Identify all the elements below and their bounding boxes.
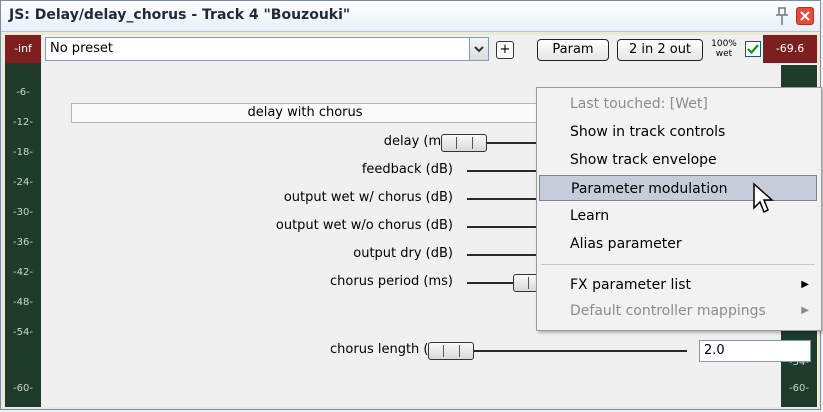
submenu-arrow-icon: ▶: [801, 305, 809, 316]
vu-tick: -12-: [13, 117, 33, 128]
slider-track[interactable]: [467, 350, 687, 352]
menu-separator: [541, 264, 815, 265]
menu-item-label: FX parameter list: [570, 277, 692, 293]
pin-icon[interactable]: [773, 6, 791, 26]
preset-dropdown-button[interactable]: [469, 37, 489, 61]
vu-tick: -30-: [13, 207, 33, 218]
vu-tick: -54-: [13, 327, 33, 338]
menu-item-show-track-envelope[interactable]: Show track envelope: [539, 147, 817, 173]
param-button[interactable]: Param: [537, 39, 609, 61]
param-label: output wet w/o chorus (dB): [275, 218, 453, 233]
param-label: output dry (dB): [353, 246, 453, 261]
vu-tick: -18-: [13, 147, 33, 158]
slider-thumb[interactable]: [441, 134, 487, 152]
fx-content: -inf -6- -12- -18- -24- -30- -36- -42- -…: [5, 35, 822, 407]
checkmark-icon: [747, 44, 759, 55]
fx-window: JS: Delay/delay_chorus - Track 4 "Bouzou…: [0, 0, 822, 410]
param-row: chorus length (ms) 2.0: [45, 339, 811, 365]
menu-item-label: Default controller mappings: [570, 303, 766, 319]
param-label: chorus period (ms): [330, 274, 453, 289]
param-label: feedback (dB): [361, 162, 453, 177]
effect-name-header: delay with chorus: [71, 103, 539, 123]
menu-item-default-controller-mappings: Default controller mappings ▶: [539, 298, 817, 324]
param-context-menu: Last touched: [Wet] Show in track contro…: [536, 87, 822, 331]
add-preset-button[interactable]: +: [496, 41, 514, 59]
vu-tick: -60-: [13, 383, 33, 394]
vu-tick: -48-: [13, 297, 33, 308]
submenu-arrow-icon: ▶: [801, 279, 809, 290]
window-title: JS: Delay/delay_chorus - Track 4 "Bouzou…: [9, 7, 351, 23]
param-value-input[interactable]: 2.0: [699, 340, 811, 362]
menu-item-show-in-track-controls[interactable]: Show in track controls: [539, 119, 817, 145]
mouse-cursor-icon: [753, 182, 774, 214]
vu-tick: -6-: [16, 87, 30, 98]
input-level-readout: -inf: [5, 35, 41, 63]
wet-label: wet: [715, 49, 733, 59]
bypass-checkbox[interactable]: [745, 41, 761, 57]
vu-tick: -36-: [13, 237, 33, 248]
preset-dropdown[interactable]: No preset: [45, 37, 470, 61]
param-label: output wet w/ chorus (dB): [283, 190, 453, 205]
vu-tick: -42-: [13, 267, 33, 278]
close-button[interactable]: [796, 7, 814, 25]
chevron-down-icon: [474, 46, 484, 53]
wet-percent: 100%: [711, 39, 737, 49]
io-routing-button[interactable]: 2 in 2 out: [617, 39, 703, 61]
vu-tick: -24-: [13, 177, 33, 188]
input-vu-meter: -inf -6- -12- -18- -24- -30- -36- -42- -…: [5, 35, 41, 407]
menu-item-alias-parameter[interactable]: Alias parameter: [539, 231, 817, 257]
vu-tick: -60-: [789, 383, 809, 394]
menu-item-fx-parameter-list[interactable]: FX parameter list ▶: [539, 272, 817, 298]
output-level-readout: -69.6: [763, 35, 817, 63]
close-icon: [800, 11, 810, 21]
menu-item-last-touched: Last touched: [Wet]: [570, 96, 708, 112]
title-bar[interactable]: JS: Delay/delay_chorus - Track 4 "Bouzou…: [1, 1, 820, 32]
slider-thumb[interactable]: [428, 342, 474, 360]
wet-amount[interactable]: 100% wet: [709, 39, 739, 59]
